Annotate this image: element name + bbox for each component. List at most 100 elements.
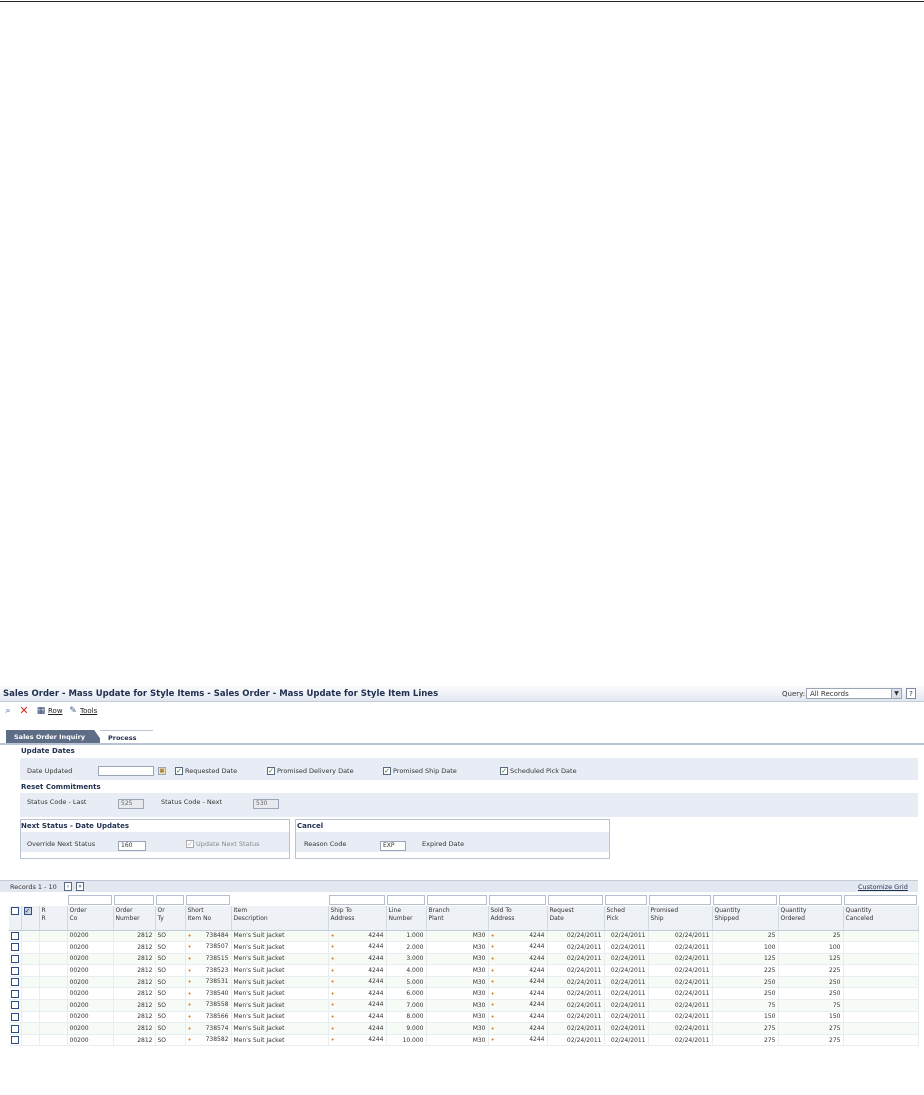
col-header-or-ty[interactable]: Or Ty — [155, 906, 186, 931]
qbe-cell[interactable] — [648, 894, 712, 906]
qbe-field[interactable] — [779, 895, 842, 905]
checkbox-icon[interactable] — [11, 954, 19, 963]
qbe-cell[interactable] — [328, 894, 386, 906]
checkbox-check-icon[interactable]: ✓ — [267, 767, 275, 775]
checkbox-icon[interactable] — [11, 1024, 19, 1033]
qbe-field[interactable] — [387, 895, 425, 905]
checkbox-icon[interactable] — [11, 907, 19, 915]
col-header-promised-ship[interactable]: Promised Ship — [648, 906, 713, 931]
help-icon[interactable]: ? — [906, 688, 916, 699]
row-select-checkbox[interactable] — [9, 987, 22, 1001]
table-row[interactable]: 00200 2812 SO • 738540 Men's Suit Jacket • 4244… — [9, 987, 919, 1001]
qbe-field[interactable] — [427, 895, 487, 905]
col-header-request-date[interactable]: Request Date — [547, 906, 605, 931]
qbe-cell[interactable] — [488, 894, 547, 906]
row-select-checkbox[interactable] — [9, 1022, 22, 1035]
qbe-cell[interactable] — [426, 894, 488, 906]
update-next-status-checkbox[interactable]: ✓ Update Next Status — [186, 840, 260, 848]
row-select-checkbox[interactable] — [9, 976, 22, 989]
table-row[interactable]: 00200 2812 SO • 738507 Men's Suit Jacket • 4244… — [9, 941, 919, 954]
qbe-field[interactable] — [68, 895, 112, 905]
customize-grid-link[interactable]: Customize Grid — [858, 883, 908, 891]
col-header-sched-pick[interactable]: Sched Pick — [604, 906, 649, 931]
table-row[interactable]: 00200 2812 SO • 738515 Men's Suit Jacket • 4244… — [9, 953, 919, 966]
col-header-branch-plant[interactable]: Branch Plant — [426, 906, 489, 931]
qbe-cell[interactable] — [386, 894, 426, 906]
row-select-checkbox[interactable] — [9, 953, 22, 966]
qbe-cell[interactable] — [113, 894, 155, 906]
checkbox-icon[interactable] — [11, 1001, 19, 1010]
requested-date-checkbox[interactable]: ✓ Requested Date — [175, 767, 237, 775]
row-select-checkbox[interactable] — [9, 999, 22, 1012]
table-row[interactable]: 00200 2812 SO • 738582 Men's Suit Jacket • 4244… — [9, 1034, 919, 1047]
scheduled-pick-date-checkbox[interactable]: ✓ Scheduled Pick Date — [500, 767, 577, 775]
col-header-short-item-no[interactable]: Short Item No — [185, 906, 232, 931]
close-button[interactable]: ✕ — [19, 705, 29, 716]
toggle-checked-column[interactable]: ✓ — [21, 906, 40, 931]
qbe-field[interactable] — [548, 895, 603, 905]
qbe-cell[interactable] — [712, 894, 778, 906]
table-row[interactable]: 00200 2812 SO • 738523 Men's Suit Jacket • 4244… — [9, 964, 919, 977]
qbe-cell[interactable] — [155, 894, 185, 906]
checkbox-icon[interactable] — [11, 978, 19, 987]
find-button[interactable]: ⌕ — [3, 705, 13, 716]
last-page-icon[interactable]: » — [76, 882, 84, 891]
row-select-checkbox[interactable] — [9, 941, 22, 954]
row-menu-button[interactable]: ▦ Row — [36, 705, 63, 716]
qbe-field[interactable] — [713, 895, 777, 905]
col-header-ship-to-address[interactable]: Ship To Address — [328, 906, 387, 931]
table-row[interactable]: 00200 2812 SO • 738574 Men's Suit Jacket • 4244… — [9, 1022, 919, 1035]
qbe-cell[interactable] — [604, 894, 648, 906]
promised-delivery-date-checkbox[interactable]: ✓ Promised Delivery Date — [267, 767, 354, 775]
checkbox-icon[interactable] — [11, 943, 19, 952]
tools-menu-button[interactable]: ✎ Tools — [68, 705, 97, 716]
qbe-cell[interactable] — [67, 894, 113, 906]
table-row[interactable]: 00200 2812 SO • 738558 Men's Suit Jacket • 4244… — [9, 999, 919, 1012]
tab-sales-order-inquiry[interactable]: Sales Order Inquiry — [6, 730, 104, 744]
date-updated-field[interactable] — [98, 766, 154, 776]
qbe-field[interactable] — [489, 895, 546, 905]
col-header-order-co[interactable]: Order Co — [67, 906, 114, 931]
select-all-checkbox[interactable] — [9, 906, 22, 931]
col-header-quantity-ordered[interactable]: Quantity Ordered — [778, 906, 844, 931]
col-header-sold-to-address[interactable]: Sold To Address — [488, 906, 548, 931]
qbe-field[interactable] — [114, 895, 154, 905]
table-row[interactable]: 00200 2812 SO • 738566 Men's Suit Jacket • 4244… — [9, 1011, 919, 1024]
next-page-icon[interactable]: › — [64, 882, 72, 891]
qbe-cell[interactable] — [547, 894, 604, 906]
qbe-cell[interactable] — [778, 894, 843, 906]
col-header-line-number[interactable]: Line Number — [386, 906, 427, 931]
table-row[interactable]: 00200 2812 SO • 738531 Men's Suit Jacket • 4244… — [9, 976, 919, 989]
qbe-field[interactable] — [156, 895, 184, 905]
checkbox-icon[interactable] — [11, 989, 19, 998]
qbe-field[interactable] — [844, 895, 917, 905]
checkbox-icon[interactable] — [11, 1036, 19, 1045]
row-select-checkbox[interactable] — [9, 964, 22, 977]
qbe-field[interactable] — [605, 895, 647, 905]
reason-code-field[interactable]: EXP — [380, 841, 406, 851]
row-select-checkbox[interactable] — [9, 930, 22, 943]
col-header-order-number[interactable]: Order Number — [113, 906, 156, 931]
table-row[interactable]: 00200 2812 SO • 738484 Men's Suit Jacket • 4244… — [9, 930, 919, 943]
checkbox-icon[interactable] — [11, 931, 19, 940]
query-select[interactable]: All Records ▼ — [806, 688, 902, 699]
row-select-checkbox[interactable] — [9, 1034, 22, 1047]
qbe-field[interactable] — [329, 895, 385, 905]
checkbox-check-icon[interactable]: ✓ — [500, 767, 508, 775]
row-select-checkbox[interactable] — [9, 1011, 22, 1024]
col-header-quantity-shipped[interactable]: Quantity Shipped — [712, 906, 779, 931]
checkbox-check-icon[interactable]: ✓ — [383, 767, 391, 775]
checkbox-icon[interactable] — [11, 966, 19, 975]
qbe-field[interactable] — [186, 895, 230, 905]
chevron-down-icon[interactable]: ▼ — [891, 689, 901, 698]
qbe-field[interactable] — [649, 895, 711, 905]
qbe-cell[interactable] — [843, 894, 918, 906]
promised-ship-date-checkbox[interactable]: ✓ Promised Ship Date — [383, 767, 457, 775]
checkbox-check-icon[interactable]: ✓ — [186, 840, 194, 848]
tab-process[interactable]: Process — [100, 730, 160, 744]
col-header-rr[interactable]: R R — [39, 906, 68, 931]
checkbox-icon[interactable] — [11, 1012, 19, 1021]
col-header-item-description[interactable]: Item Description — [231, 906, 329, 931]
checkbox-check-icon[interactable]: ✓ — [23, 907, 32, 915]
override-next-status-field[interactable]: 160 — [118, 841, 146, 851]
